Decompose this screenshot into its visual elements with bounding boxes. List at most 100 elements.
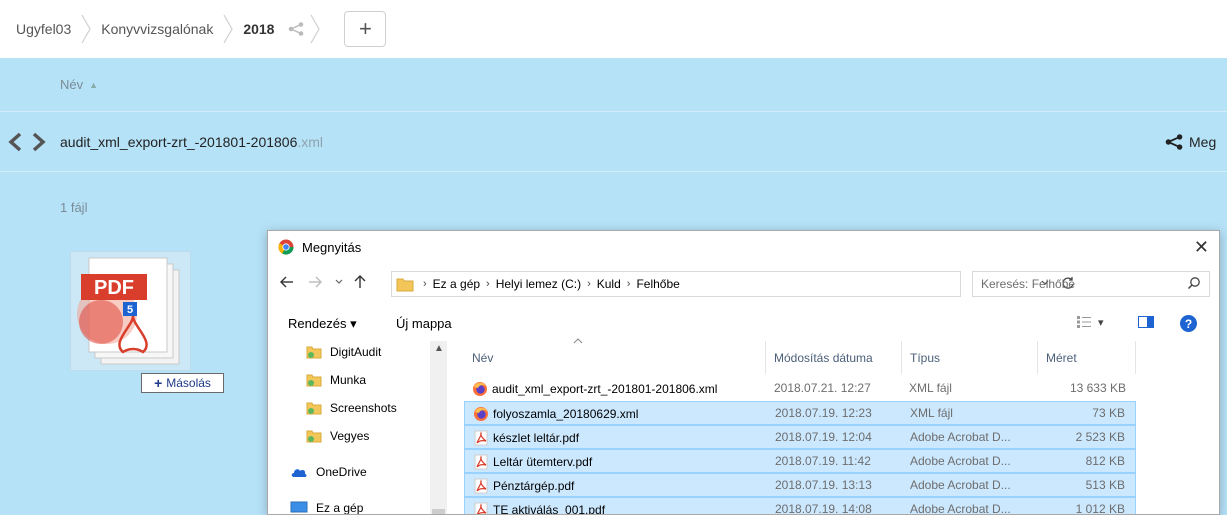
pdf-icon bbox=[473, 430, 489, 446]
address-bar[interactable]: › Ez a gép › Helyi lemez (C:) › Kuld › F… bbox=[391, 271, 1074, 297]
firefox-icon bbox=[473, 406, 489, 422]
file-list: Név Módosítás dátuma Típus Méret audit_x… bbox=[464, 338, 1219, 515]
nav-item-screenshots[interactable]: Screenshots bbox=[306, 401, 397, 415]
nav-item-this-pc[interactable]: Ez a gép bbox=[290, 501, 364, 515]
file-name: Leltár ütemterv.pdf bbox=[493, 455, 593, 469]
help-button[interactable]: ? bbox=[1180, 315, 1197, 332]
file-type: Adobe Acrobat D... bbox=[910, 478, 1011, 492]
file-size: 13 633 KB bbox=[1069, 381, 1126, 395]
file-date: 2018.07.19. 12:23 bbox=[775, 406, 872, 420]
name-column-header[interactable]: Név bbox=[60, 77, 83, 92]
share-button[interactable]: Meg bbox=[1165, 134, 1216, 150]
help-icon: ? bbox=[1180, 315, 1197, 332]
nav-item-vegyes[interactable]: Vegyes bbox=[306, 429, 369, 443]
dialog-toolbar: Rendezés ▾ Új mappa ▾ ? bbox=[268, 309, 1219, 339]
file-row-4[interactable]: Pénztárgép.pdf 2018.07.19. 13:13 Adobe A… bbox=[464, 473, 1136, 497]
file-size: 73 KB bbox=[1092, 406, 1125, 420]
share-label: Meg bbox=[1189, 134, 1217, 150]
view-options-button[interactable]: ▾ bbox=[1076, 315, 1104, 329]
folder-user-icon bbox=[306, 346, 322, 359]
file-name: Pénztárgép.pdf bbox=[493, 479, 575, 493]
file-size: 812 KB bbox=[1085, 454, 1125, 468]
file-name: folyoszamla_20180629.xml bbox=[493, 407, 639, 421]
file-row-2[interactable]: készlet leltár.pdf 2018.07.19. 12:04 Ado… bbox=[464, 425, 1136, 449]
chevron-down-icon[interactable] bbox=[334, 275, 344, 291]
address-row: › Ez a gép › Helyi lemez (C:) › Kuld › F… bbox=[268, 269, 1219, 299]
svg-text:PDF: PDF bbox=[94, 277, 134, 299]
close-icon[interactable]: ✕ bbox=[1194, 237, 1209, 258]
navigation-scrollbar[interactable]: ▲ bbox=[430, 341, 447, 514]
file-type: Adobe Acrobat D... bbox=[910, 454, 1011, 468]
pdf-icon bbox=[473, 478, 489, 494]
file-row-5[interactable]: TE aktiválás_001.pdf 2018.07.19. 14:08 A… bbox=[464, 497, 1136, 515]
column-header-type[interactable]: Típus bbox=[902, 341, 1038, 374]
search-placeholder: Keresés: Felhőbe bbox=[981, 277, 1076, 291]
file-name[interactable]: audit_xml_export-zrt_-201801-201806.xml bbox=[60, 134, 323, 150]
folder-icon bbox=[396, 278, 414, 292]
nav-item-label: OneDrive bbox=[316, 465, 367, 479]
preview-pane-icon[interactable] bbox=[1138, 315, 1154, 332]
forward-arrow-icon[interactable] bbox=[308, 275, 322, 291]
share-icon[interactable] bbox=[288, 22, 304, 36]
folder-user-icon bbox=[306, 374, 322, 387]
scroll-thumb[interactable] bbox=[432, 509, 445, 514]
view-details-icon bbox=[1077, 316, 1091, 328]
path-separator-icon: › bbox=[587, 278, 591, 290]
pdf-icon bbox=[473, 502, 489, 514]
code-icon bbox=[8, 131, 46, 158]
file-size: 1 012 KB bbox=[1075, 502, 1125, 515]
file-row[interactable]: audit_xml_export-zrt_-201801-201806.xml … bbox=[0, 113, 1227, 172]
path-separator-icon: › bbox=[423, 278, 427, 290]
column-header-date[interactable]: Módosítás dátuma bbox=[766, 341, 902, 374]
file-extension: .xml bbox=[297, 134, 324, 150]
add-button[interactable]: + bbox=[344, 11, 387, 47]
path-separator-icon: › bbox=[626, 278, 631, 290]
path-segment[interactable]: Ez a gép bbox=[433, 277, 480, 291]
file-row-0[interactable]: audit_xml_export-zrt_-201801-201806.xml … bbox=[464, 377, 1136, 401]
chevron-right-icon bbox=[75, 12, 97, 46]
file-type: Adobe Acrobat D... bbox=[910, 430, 1011, 444]
search-input[interactable]: Keresés: Felhőbe bbox=[972, 271, 1210, 297]
nav-item-label: Ez a gép bbox=[316, 501, 364, 515]
column-header-size[interactable]: Méret bbox=[1038, 341, 1136, 374]
open-file-dialog: Megnyitás ✕ › Ez a gép › Helyi lemez (C:… bbox=[267, 230, 1220, 515]
file-type: XML fájl bbox=[909, 381, 952, 395]
onedrive-icon bbox=[291, 469, 307, 477]
path-separator-icon: › bbox=[486, 278, 490, 290]
chevron-down-icon: ▾ bbox=[1098, 316, 1104, 329]
copy-label: Másolás bbox=[166, 376, 211, 390]
sort-arrow-icon: ▲ bbox=[89, 79, 99, 90]
share-icon bbox=[1165, 134, 1183, 150]
file-row-1[interactable]: folyoszamla_20180629.xml 2018.07.19. 12:… bbox=[464, 401, 1136, 425]
file-date: 2018.07.19. 12:04 bbox=[775, 430, 872, 444]
file-name: TE aktiválás_001.pdf bbox=[493, 503, 606, 515]
breadcrumb-item-2018[interactable]: 2018 bbox=[239, 21, 278, 37]
organize-button[interactable]: Rendezés ▾ bbox=[288, 316, 357, 332]
new-folder-button[interactable]: Új mappa bbox=[396, 316, 452, 331]
chrome-icon bbox=[278, 239, 294, 255]
column-header-name[interactable]: Név bbox=[464, 341, 766, 374]
file-date: 2018.07.21. 12:27 bbox=[774, 381, 871, 395]
nav-item-onedrive[interactable]: OneDrive bbox=[290, 465, 367, 479]
path-segment[interactable]: Felhőbe bbox=[636, 277, 679, 291]
drag-preview: PDF 5 bbox=[70, 251, 191, 371]
path-segment[interactable]: Kuld bbox=[597, 277, 621, 291]
plus-icon: + bbox=[154, 375, 163, 391]
scroll-up-icon[interactable]: ▲ bbox=[434, 343, 444, 354]
up-arrow-icon[interactable] bbox=[354, 275, 366, 292]
path-segment[interactable]: Helyi lemez (C:) bbox=[496, 277, 581, 291]
nav-item-munka[interactable]: Munka bbox=[306, 373, 366, 387]
breadcrumb-item-konyvvizsgalonak[interactable]: Konyvvizsgalónak bbox=[97, 21, 217, 37]
breadcrumb-item-ugyfel03[interactable]: Ugyfel03 bbox=[12, 21, 75, 37]
firefox-icon bbox=[472, 381, 488, 397]
file-date: 2018.07.19. 13:13 bbox=[775, 478, 872, 492]
nav-item-digitaudit[interactable]: DigitAudit bbox=[306, 345, 381, 359]
file-type: Adobe Acrobat D... bbox=[910, 502, 1011, 515]
list-header: Név ▲ bbox=[0, 58, 1227, 112]
navigation-pane: DigitAudit Munka Screenshots Vegyes OneD… bbox=[268, 341, 450, 515]
pdf-icon bbox=[473, 454, 489, 470]
copy-badge: + Másolás bbox=[141, 373, 224, 393]
file-date: 2018.07.19. 11:42 bbox=[775, 454, 871, 468]
back-arrow-icon[interactable] bbox=[280, 275, 294, 291]
file-row-3[interactable]: Leltár ütemterv.pdf 2018.07.19. 11:42 Ad… bbox=[464, 449, 1136, 473]
